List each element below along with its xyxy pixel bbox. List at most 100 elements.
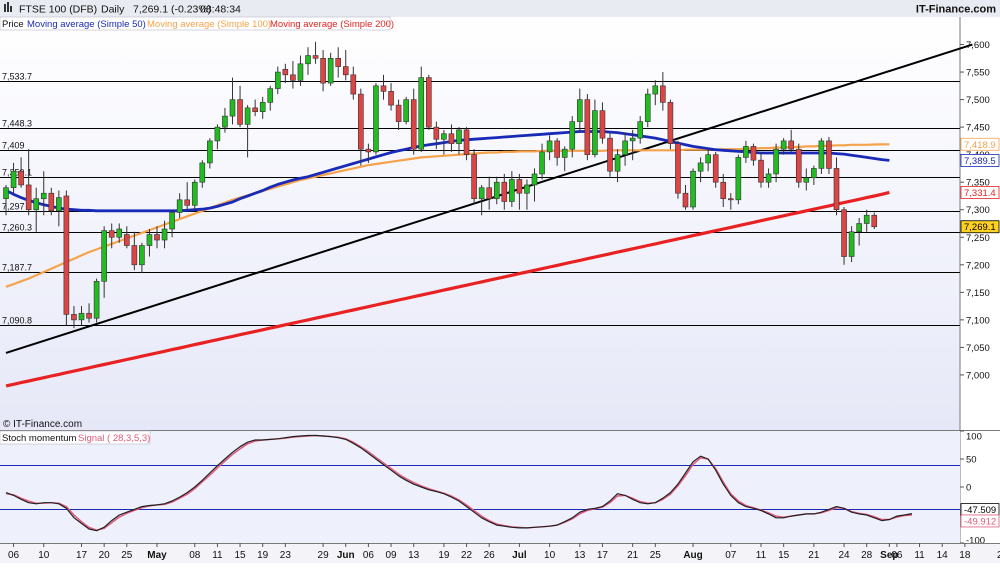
candle-body-40 [305, 55, 311, 65]
header-title: FTSE 100 (DFB) [19, 4, 97, 16]
candle-body-115 [871, 214, 878, 228]
candle-body-37 [282, 69, 289, 76]
candle-body-97 [735, 157, 742, 201]
candle-body-29 [222, 115, 228, 128]
candle-body-81 [614, 154, 621, 172]
x-tail-label-2: 14 [937, 550, 949, 561]
candle-body-19 [146, 234, 153, 246]
level-label-2: 7,409 [2, 141, 25, 151]
stoch-tick-label-2: 0 [966, 483, 971, 494]
candle-body-66 [501, 181, 508, 202]
candle-body-43 [327, 57, 334, 84]
candle-body-33 [252, 107, 258, 113]
candle-body-3 [25, 184, 32, 211]
tag-label-3: 7,269.1 [964, 222, 996, 233]
level-label-7: 7,090.8 [2, 316, 32, 326]
candle-body-56 [425, 77, 432, 128]
candle-body-38 [290, 74, 296, 81]
watermark: © IT-Finance.com [3, 419, 82, 430]
level-label-3: 7,359.1 [2, 168, 32, 178]
x-tick-label-20: 10 [544, 550, 556, 561]
candle-body-26 [199, 162, 206, 183]
stoch-tag-label-0: -47.509 [964, 505, 996, 516]
candle-body-78 [592, 110, 598, 155]
candle-body-34 [259, 102, 266, 113]
y-tick-label-12: 7,600 [966, 40, 990, 51]
candle-body-89 [675, 143, 681, 194]
candle-body-5 [40, 192, 47, 200]
y-tick-label-9: 7,450 [966, 123, 990, 134]
x-tick-label-5: May [147, 550, 167, 561]
candle-body-68 [516, 179, 523, 194]
candle-body-111 [841, 209, 847, 257]
tag-label-2: 7,331.4 [964, 188, 996, 199]
candle-body-21 [161, 228, 168, 241]
candle-body-108 [818, 140, 825, 169]
x-tick-label-12: Jun [337, 550, 355, 561]
candle-body-25 [191, 181, 198, 206]
candle-body-39 [297, 63, 304, 81]
candle-body-60 [456, 129, 462, 144]
candle-body-28 [214, 126, 221, 142]
candle-body-93 [705, 154, 711, 164]
candle-body-6 [48, 192, 55, 212]
x-tick-label-26: 07 [725, 550, 737, 561]
candle-body-61 [463, 129, 470, 155]
stoch-tick-label-1: 50 [966, 455, 977, 466]
candle-body-49 [373, 85, 379, 153]
candle-body-98 [743, 146, 749, 158]
candle-body-101 [765, 173, 772, 183]
candle-body-27 [207, 140, 213, 164]
x-tick-label-15: 13 [408, 550, 420, 561]
x-tick-label-23: 21 [627, 550, 639, 561]
candle-body-65 [493, 181, 500, 200]
stoch-tag-label-1: -49.912 [964, 516, 996, 527]
candle-body-85 [644, 93, 651, 122]
candle-body-55 [418, 77, 425, 150]
candle-body-0 [3, 187, 9, 200]
legend-price: Price [2, 19, 24, 30]
candle-body-114 [863, 214, 870, 224]
candle-body-14 [108, 230, 115, 238]
level-label-4: 7,297 [2, 202, 25, 212]
candle-body-84 [637, 121, 644, 139]
candle-body-7 [56, 197, 62, 212]
candle-body-71 [539, 151, 545, 175]
candle-body-46 [350, 74, 357, 95]
x-tick-label-14: 09 [385, 550, 397, 561]
candle-body-53 [403, 99, 409, 122]
x-tick-label-22: 17 [597, 550, 609, 561]
candle-body-80 [607, 137, 613, 172]
chart-svg: FTSE 100 (DFB) Daily 7,269.1 (-0.23%) 08… [0, 0, 1000, 563]
level-label-0: 7,533.7 [2, 72, 32, 82]
candle-body-44 [335, 57, 342, 67]
candle-body-9 [71, 314, 77, 321]
level-label-6: 7,187.7 [2, 263, 32, 273]
candle-body-4 [33, 198, 40, 211]
candle-body-36 [274, 71, 281, 89]
candle-body-24 [184, 199, 190, 206]
candle-body-86 [652, 85, 659, 95]
y-tick-label-1: 7,050 [966, 343, 990, 354]
candle-body-103 [780, 140, 787, 150]
candle-body-88 [667, 102, 674, 144]
x-tick-label-25: Aug [683, 550, 702, 561]
price-y-axis: 7,0007,0507,1007,1507,2007,2507,3007,350… [960, 40, 990, 381]
candle-body-30 [229, 99, 236, 117]
x-tick-label-31: 28 [861, 550, 873, 561]
tag-label-1: 7,389.5 [964, 156, 996, 167]
candle-body-110 [833, 168, 840, 211]
candle-body-20 [154, 234, 160, 241]
tag-label-0: 7,418.9 [964, 140, 996, 151]
candle-body-67 [509, 179, 515, 202]
candle-body-87 [660, 85, 666, 103]
header-time: 08:48:34 [200, 4, 241, 16]
main-plot-area[interactable] [0, 17, 960, 430]
chart-root: FTSE 100 (DFB) Daily 7,269.1 (-0.23%) 08… [0, 0, 1000, 563]
x-tick-label-0: 06 [8, 550, 20, 561]
candle-body-104 [788, 140, 795, 150]
x-tick-label-18: 26 [484, 550, 496, 561]
indicator-panel[interactable] [0, 431, 960, 543]
legend-ma100: Moving average (Simple 100) [147, 19, 271, 30]
candle-body-11 [86, 312, 92, 319]
